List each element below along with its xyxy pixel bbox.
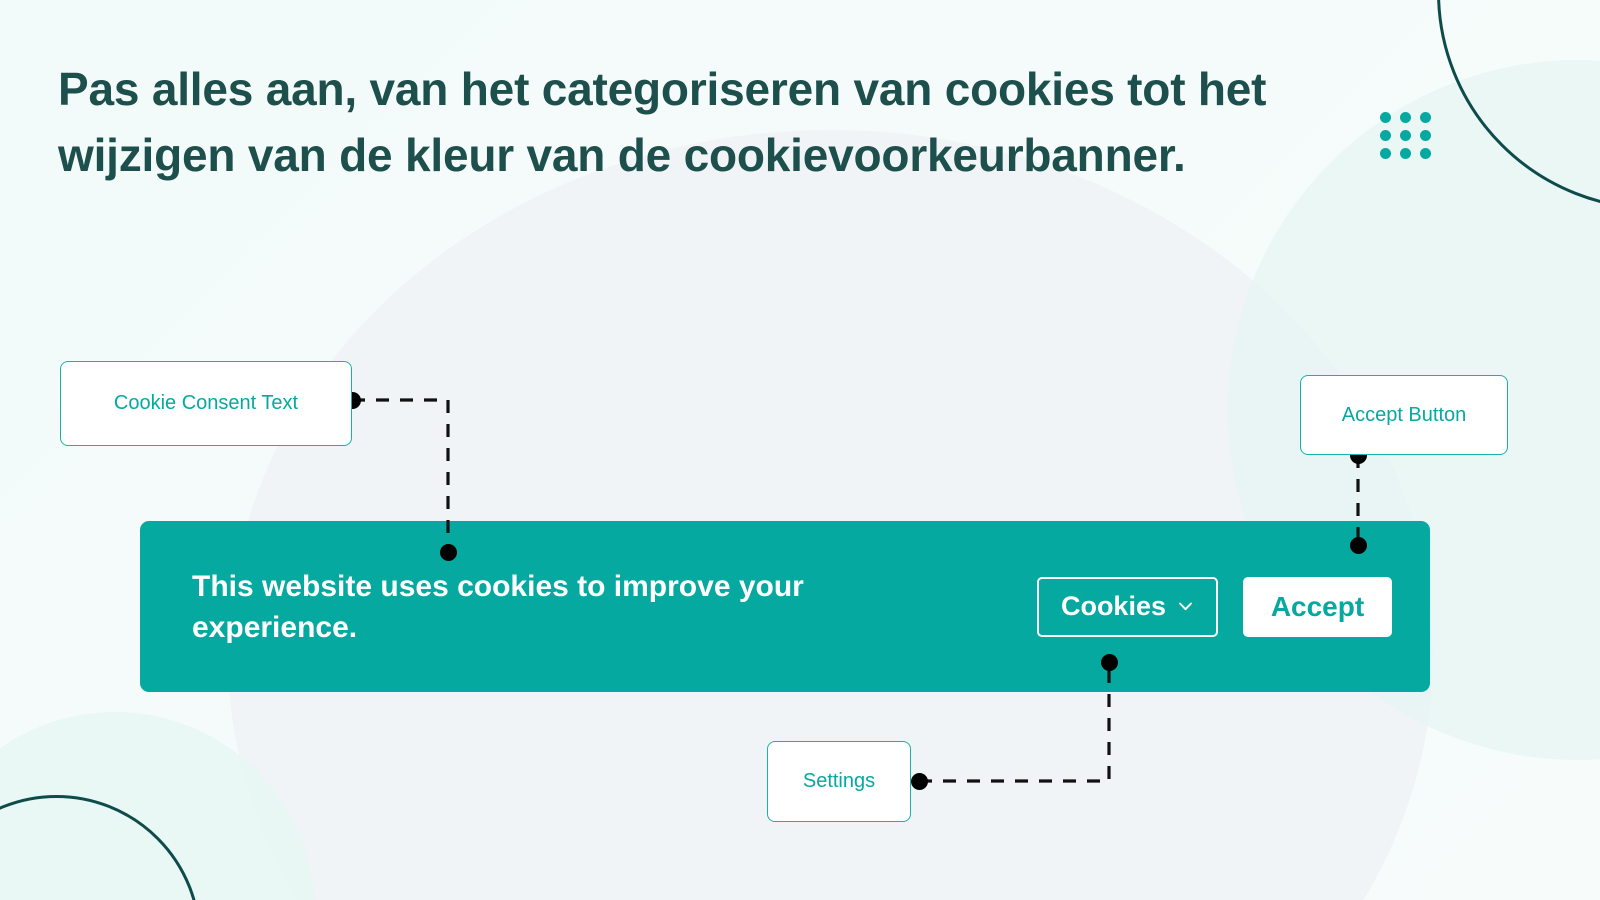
page-title: Pas alles aan, van het categoriseren van…	[58, 63, 1267, 181]
grid-dot	[1419, 129, 1431, 141]
banner-actions: Cookies Accept	[1036, 576, 1392, 637]
connector-dot-accept-button	[1349, 536, 1367, 554]
annotation-card-accept-button[interactable]: Accept Button	[1300, 375, 1508, 455]
grid-dot	[1379, 111, 1391, 123]
connector-dot-settings-label	[910, 772, 928, 790]
background-mint-circle-bottom-left	[0, 712, 315, 900]
grid-dot	[1399, 111, 1411, 123]
connector-dot-cookies-button	[1100, 653, 1118, 671]
cookies-button-label: Cookies	[1060, 591, 1166, 621]
grid-dot	[1399, 129, 1411, 141]
connector-dot-banner-text	[439, 543, 457, 561]
chevron-down-icon	[1177, 598, 1194, 615]
accept-button[interactable]: Accept	[1243, 576, 1392, 637]
grid-dot	[1379, 147, 1391, 159]
circle-outline-bottom-left	[0, 795, 201, 900]
annotation-card-settings[interactable]: Settings	[767, 741, 911, 822]
cookie-consent-message: This website uses cookies to improve you…	[192, 569, 804, 644]
dot-grid-icon	[1375, 108, 1435, 162]
page-canvas: Pas alles aan, van het categoriseren van…	[0, 0, 1600, 900]
grid-dot	[1419, 111, 1431, 123]
grid-dot	[1419, 147, 1431, 159]
cookie-consent-banner: This website uses cookies to improve you…	[140, 521, 1430, 692]
grid-dot	[1399, 147, 1411, 159]
cookies-dropdown-button[interactable]: Cookies	[1036, 576, 1218, 637]
grid-dot	[1379, 129, 1391, 141]
annotation-card-cookie-consent-text[interactable]: Cookie Consent Text	[60, 361, 352, 446]
circle-outline-top-right	[1437, 0, 1600, 210]
